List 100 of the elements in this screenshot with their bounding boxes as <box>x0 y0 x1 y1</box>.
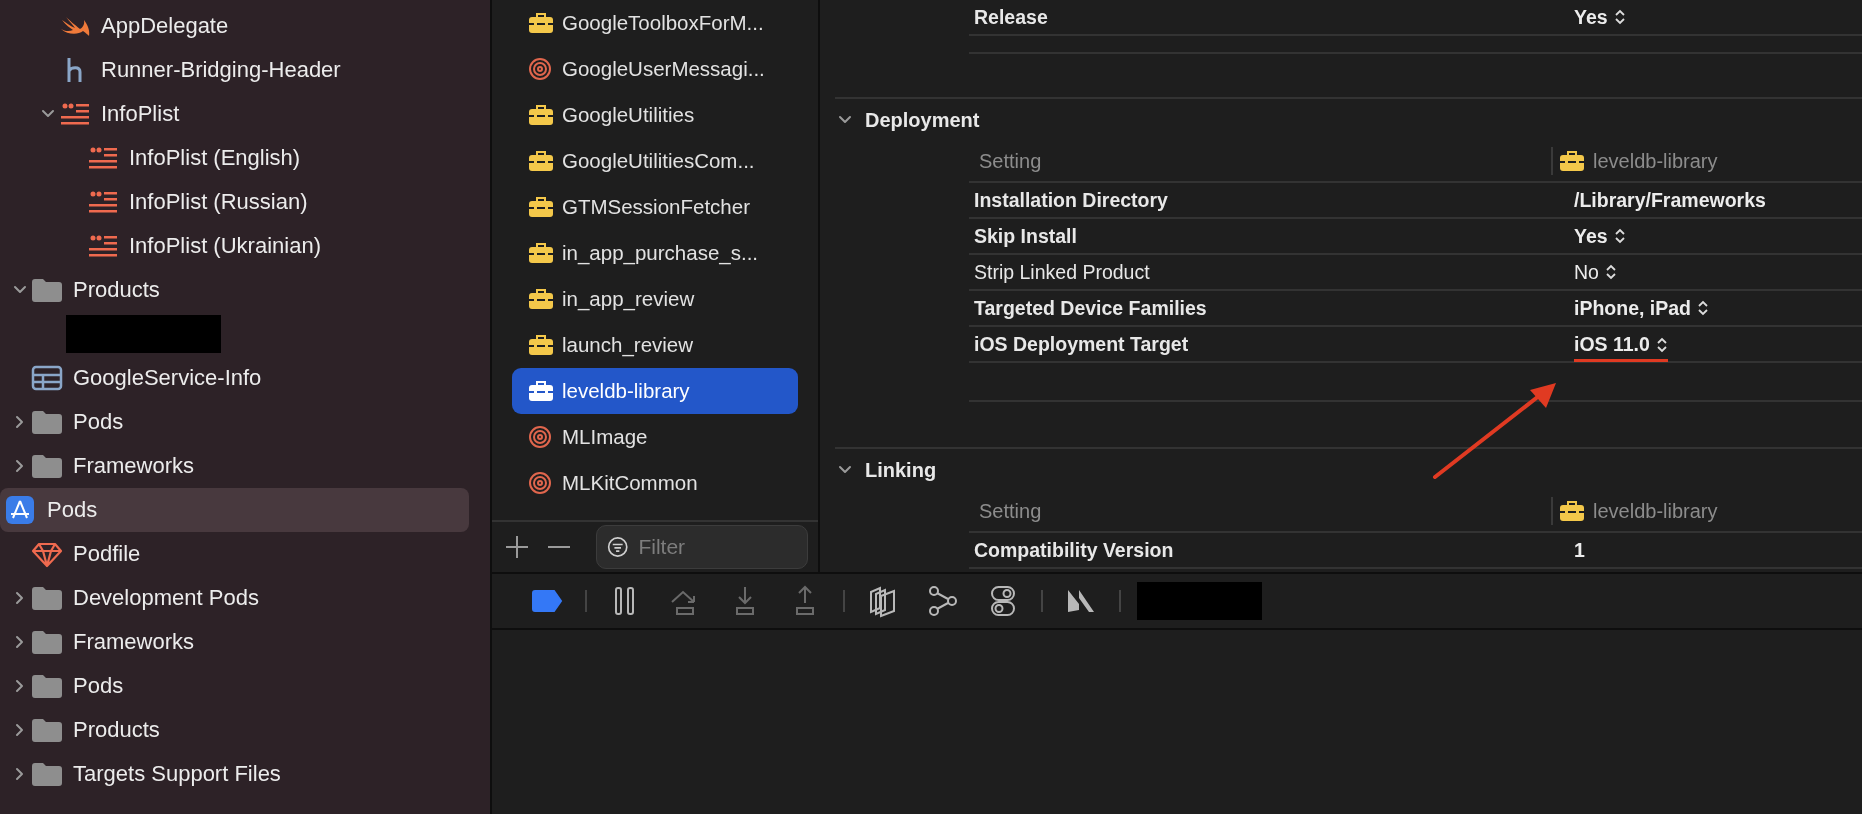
navigator-label: Pods <box>47 497 98 523</box>
setting-value: /Library/Frameworks <box>1574 188 1766 212</box>
target-row[interactable]: in_app_purchase_s... <box>512 230 798 276</box>
filter-input[interactable]: Filter <box>636 534 797 560</box>
navigator-label: Pods <box>73 409 124 435</box>
column-header: Setting <box>978 499 1043 523</box>
target-row[interactable]: launch_review <box>512 322 798 368</box>
navigator-row[interactable]: Frameworks <box>0 444 469 488</box>
popup-arrows-icon <box>1697 299 1710 317</box>
target-label: in_app_review <box>562 287 695 311</box>
toolbox-icon <box>528 333 554 357</box>
target-row[interactable]: GTMSessionFetcher <box>512 184 798 230</box>
filter-field[interactable]: Filter <box>596 525 808 569</box>
navigator-row[interactable]: Pods <box>0 400 469 444</box>
popup-arrows-icon <box>1613 227 1626 245</box>
target-label: GTMSessionFetcher <box>562 195 750 219</box>
navigator-label: Podfile <box>73 541 141 567</box>
target-label: GoogleUtilitiesCom... <box>562 149 755 173</box>
navigator-label: InfoPlist (English) <box>129 145 301 171</box>
setting-popup[interactable]: iOS 11.0 <box>1574 333 1668 362</box>
navigator-row[interactable]: Development Pods <box>0 576 469 620</box>
navigator-row[interactable]: InfoPlist <box>0 92 469 136</box>
toolbox-icon <box>528 241 554 265</box>
target-row[interactable]: GoogleUtilitiesCom... <box>512 138 798 184</box>
navigator-row[interactable]: Targets Support Files <box>0 752 469 796</box>
column-header: leveldb-library <box>1551 147 1862 175</box>
navigator-row[interactable]: InfoPlist (Ukrainian) <box>0 224 469 268</box>
navigator-label: Products <box>73 717 160 743</box>
target-row[interactable]: MLImage <box>512 414 798 460</box>
toolbox-icon <box>528 149 554 173</box>
navigator-label: InfoPlist <box>101 101 180 127</box>
popup-arrows-icon <box>1604 263 1617 281</box>
popup-arrows-icon <box>1655 335 1668 354</box>
add-icon[interactable] <box>504 534 530 560</box>
setting-name: Release <box>973 5 1049 29</box>
navigator-label: Development Pods <box>73 585 259 611</box>
navigator-row[interactable]: AppDelegate <box>0 4 469 48</box>
navigator-row[interactable]: Products <box>0 708 469 752</box>
target-label: GoogleToolboxForM... <box>562 11 764 35</box>
target-label: GoogleUtilities <box>562 103 695 127</box>
graph-icon[interactable] <box>926 584 960 618</box>
navigator-row[interactable]: InfoPlist (English) <box>0 136 469 180</box>
target-label: MLKitCommon <box>562 471 698 495</box>
navigator-row[interactable]: Pods <box>0 488 469 532</box>
setting-name: Skip Install <box>973 224 1078 248</box>
section-title: Deployment <box>865 108 980 132</box>
toolbox-icon <box>528 195 554 219</box>
column-header: leveldb-library <box>1551 497 1862 525</box>
target-icon <box>528 425 554 449</box>
setting-popup[interactable]: No <box>1574 260 1617 284</box>
setting-name: Targeted Device Families <box>973 296 1208 320</box>
target-icon <box>528 471 554 495</box>
setting-popup[interactable]: Yes <box>1574 224 1626 248</box>
navigator-row[interactable]: Products <box>0 268 469 312</box>
column-header: Setting <box>978 149 1043 173</box>
navigator-row[interactable]: Pods <box>0 664 469 708</box>
table-icon <box>30 363 64 393</box>
target-row[interactable]: GoogleUserMessagi... <box>512 46 798 92</box>
navigator-label: Products <box>73 277 160 303</box>
target-row[interactable]: in_app_review <box>512 276 798 322</box>
navigator-row[interactable]: Frameworks <box>0 620 469 664</box>
navigator-row[interactable]: Runner-Bridging-Header <box>0 48 469 92</box>
setting-popup[interactable]: Yes <box>1574 5 1626 29</box>
navigator-row[interactable]: Podfile <box>0 532 469 576</box>
popup-arrows-icon <box>1613 8 1626 26</box>
target-row[interactable]: GoogleUtilities <box>512 92 798 138</box>
navigator-label: Frameworks <box>73 453 194 479</box>
navigator-label: Runner-Bridging-Header <box>101 57 341 83</box>
navigator-label: Targets Support Files <box>73 761 281 787</box>
navigator-label: AppDelegate <box>101 13 229 39</box>
setting-value: 1 <box>1574 538 1585 562</box>
toolbox-icon <box>528 11 554 35</box>
target-row[interactable]: GoogleToolboxForM... <box>512 0 798 46</box>
setting-name: Installation Directory <box>973 188 1169 212</box>
target-icon <box>528 57 554 81</box>
target-row[interactable]: MLKitCommon <box>512 460 798 506</box>
target-label: MLImage <box>562 425 648 449</box>
target-label: in_app_purchase_s... <box>562 241 759 265</box>
setting-name: Strip Linked Product <box>973 260 1151 284</box>
setting-name: Compatibility Version <box>973 538 1175 562</box>
toolbox-icon <box>528 103 554 127</box>
target-label: leveldb-library <box>562 379 690 403</box>
navigator-label: InfoPlist (Russian) <box>129 189 308 215</box>
navigator-row[interactable]: InfoPlist (Russian) <box>0 180 469 224</box>
target-label: GoogleUserMessagi... <box>562 57 765 81</box>
toolbox-icon <box>1559 499 1585 523</box>
navigator-row[interactable]: GoogleService-Info <box>0 356 469 400</box>
section-title: Linking <box>865 458 937 482</box>
navigator-label: GoogleService-Info <box>73 365 262 391</box>
setting-name: iOS Deployment Target <box>973 333 1190 356</box>
navigator-label: Pods <box>73 673 124 699</box>
navigator-label: Frameworks <box>73 629 194 655</box>
target-label: launch_review <box>562 333 694 357</box>
filter-icon <box>607 534 629 560</box>
toolbox-icon <box>528 287 554 311</box>
setting-popup[interactable]: iPhone, iPad <box>1574 296 1710 320</box>
toolbox-icon <box>1559 149 1585 173</box>
target-row[interactable]: leveldb-library <box>512 368 798 414</box>
toolbox-icon <box>528 379 554 403</box>
navigator-label: InfoPlist (Ukrainian) <box>129 233 321 259</box>
